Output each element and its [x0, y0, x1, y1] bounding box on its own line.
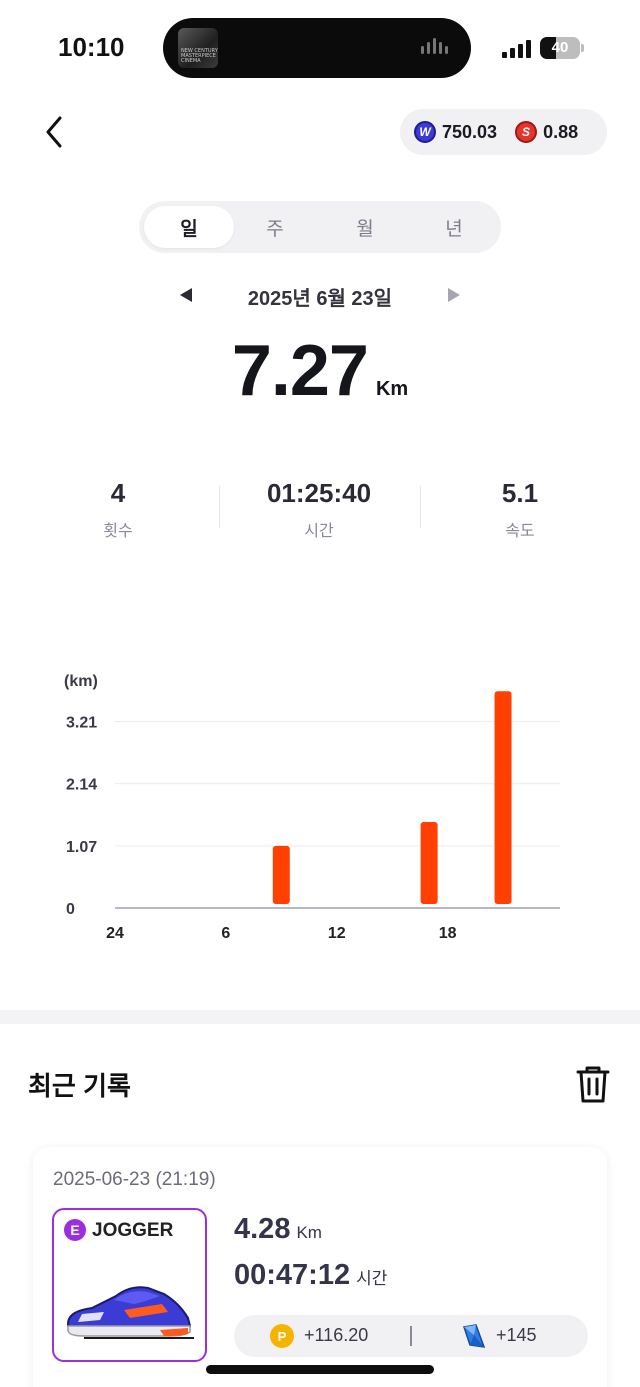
stat-speed-label: 속도	[505, 523, 535, 540]
chart-x-tick-label: 18	[439, 925, 457, 942]
total-distance: 7.27 Km	[0, 330, 640, 412]
battery-level: 40	[551, 39, 569, 56]
audio-wave-icon	[421, 38, 453, 58]
chart-bar	[494, 691, 512, 904]
total-distance-unit: Km	[375, 378, 409, 400]
balance-pill[interactable]: W 750.03 S 0.88	[400, 109, 607, 155]
chart-bar	[420, 822, 438, 904]
gem-icon	[463, 1324, 486, 1348]
date-label: 2025년 6월 23일	[247, 288, 393, 310]
record-time-unit: 시간	[356, 1269, 388, 1288]
reward-divider	[410, 1326, 412, 1346]
stat-time-value: 01:25:40	[266, 478, 372, 508]
triangle-right-icon	[448, 288, 460, 302]
section-separator	[0, 1010, 640, 1024]
stat-speed-value: 5.1	[501, 478, 539, 508]
chart-x-tick-label: 12	[328, 925, 346, 942]
shoe-type: JOGGER	[92, 1220, 174, 1241]
s-coin-icon: S	[515, 121, 538, 143]
delete-button[interactable]	[574, 1064, 612, 1104]
back-button[interactable]	[34, 112, 74, 152]
grade-badge: E	[64, 1219, 86, 1241]
home-indicator[interactable]	[206, 1365, 434, 1374]
record-card[interactable]: 2025-06-23 (21:19) E JOGGER 4.28 Km 00:47…	[33, 1147, 607, 1387]
chart-x-tick-label: 24	[106, 925, 124, 942]
dynamic-island[interactable]: NEW CENTURY MASTERPIECE CINEMA	[163, 18, 471, 78]
chart-y-tick-label: 3.21	[66, 715, 97, 732]
record-distance: 4.28 Km	[234, 1213, 322, 1246]
record-time-value: 00:47:12	[234, 1259, 351, 1291]
chart-y-tick-label: 0	[66, 901, 75, 918]
reward-points: +116.20	[304, 1325, 369, 1345]
tab-year[interactable]: 년	[409, 206, 499, 248]
status-time: 10:10	[58, 32, 125, 62]
total-distance-value: 7.27	[231, 331, 369, 411]
w-coin-icon: W	[414, 121, 436, 143]
status-bar: 10:10 NEW CENTURY MASTERPIECE CINEMA 40	[0, 0, 640, 96]
period-tabs: 일 주 월 년	[139, 201, 501, 253]
balance-w: 750.03	[442, 121, 498, 142]
shoe-thumbnail: E JOGGER	[52, 1208, 207, 1362]
artwork-text: NEW CENTURY MASTERPIECE CINEMA	[181, 48, 218, 64]
stat-count-label: 횟수	[103, 523, 133, 540]
cellular-signal-icon	[502, 38, 532, 58]
hourly-distance-chart: (km) 0 1.07 2.14 3.21 24 6 12 18	[64, 673, 560, 942]
tab-day[interactable]: 일	[144, 206, 234, 248]
reward-gems: +145	[496, 1325, 537, 1345]
previous-date-button[interactable]	[176, 284, 196, 306]
chart-y-tick-label: 2.14	[66, 777, 97, 794]
chart-bar	[272, 845, 290, 904]
chevron-left-icon	[46, 116, 62, 148]
trash-icon	[576, 1066, 610, 1103]
record-date: 2025-06-23 (21:19)	[53, 1169, 216, 1190]
triangle-left-icon	[180, 288, 192, 302]
battery-icon: 40	[540, 37, 580, 59]
stat-time-label: 시간	[304, 523, 334, 540]
recent-records-title: 최근 기록	[28, 1071, 131, 1101]
next-date-button[interactable]	[444, 284, 464, 306]
chart-y-tick-label: 1.07	[66, 839, 97, 856]
running-shoe-icon	[66, 1286, 194, 1339]
tab-month[interactable]: 월	[320, 206, 410, 248]
record-distance-unit: Km	[296, 1223, 322, 1242]
now-playing-artwork: NEW CENTURY MASTERPIECE CINEMA	[178, 28, 218, 68]
battery-cap	[581, 44, 584, 52]
stat-count-value: 4	[110, 478, 126, 508]
record-distance-value: 4.28	[234, 1213, 291, 1245]
stat-speed: 5.1 속도	[420, 478, 620, 541]
tab-week[interactable]: 주	[230, 206, 320, 248]
stat-time: 01:25:40 시간	[219, 478, 419, 541]
chart-y-axis-label: (km)	[64, 673, 98, 690]
reward-pill: P +116.20 +145	[234, 1315, 588, 1357]
stat-count: 4 횟수	[18, 478, 218, 541]
record-time: 00:47:12 시간	[234, 1259, 387, 1292]
balance-s: 0.88	[543, 121, 579, 142]
chart-x-tick-label: 6	[221, 925, 230, 942]
point-coin-icon: P	[270, 1324, 294, 1348]
